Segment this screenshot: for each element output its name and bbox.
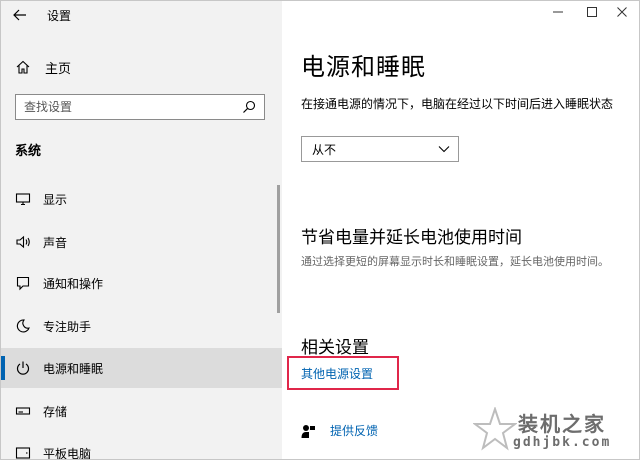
search-icon[interactable]	[242, 100, 256, 114]
star-logo-icon	[473, 407, 517, 451]
feedback-button[interactable]: 提供反馈	[300, 422, 378, 439]
power-icon	[15, 360, 31, 376]
sidebar-item-storage[interactable]: 存储	[1, 391, 282, 431]
feedback-person-icon	[301, 424, 315, 438]
window-title: 设置	[47, 9, 72, 23]
dropdown-value: 从不	[312, 142, 337, 157]
storage-icon	[15, 403, 31, 419]
sidebar-item-notifications[interactable]: 通知和操作	[1, 263, 282, 303]
section-label-system: 系统	[15, 144, 42, 159]
main-content: 电源和睡眠 在接通电源的情况下，电脑在经过以下时间后进入睡眠状态 从不 节省电量…	[282, 1, 639, 459]
watermark-url: gdhjbk.com	[513, 435, 612, 450]
sidebar-scrollbar[interactable]	[277, 185, 280, 313]
sidebar-item-label: 声音	[43, 235, 68, 250]
sidebar-item-label: 通知和操作	[43, 276, 104, 291]
feedback-label: 提供反馈	[330, 424, 379, 438]
battery-description: 通过选择更短的屏幕显示时长和睡眠设置，延长电池使用时间。	[301, 255, 609, 268]
sidebar-item-label: 存储	[43, 404, 68, 419]
additional-power-settings-link[interactable]: 其他电源设置	[301, 365, 373, 382]
sidebar-item-label: 电源和睡眠	[43, 361, 104, 376]
sidebar: 设置 主页 系统 显示 声音	[1, 1, 282, 459]
minimize-icon	[553, 11, 563, 13]
search-input[interactable]	[16, 95, 247, 119]
sidebar-item-tablet[interactable]: 平板电脑	[1, 433, 282, 460]
home-label: 主页	[45, 61, 72, 77]
maximize-button[interactable]	[586, 6, 598, 21]
minimize-button[interactable]	[552, 6, 564, 21]
page-title: 电源和睡眠	[301, 53, 426, 81]
chevron-down-icon	[438, 146, 450, 153]
notification-icon	[15, 275, 31, 291]
watermark-logo: 装机之家 gdhjbk.com	[471, 405, 639, 459]
maximize-icon	[587, 7, 597, 17]
sidebar-item-power-sleep[interactable]: 电源和睡眠	[1, 348, 282, 388]
battery-heading: 节省电量并延长电池使用时间	[301, 228, 522, 248]
tablet-icon	[15, 445, 31, 459]
watermark-title: 装机之家	[518, 412, 606, 436]
sidebar-item-label: 平板电脑	[43, 446, 92, 460]
home-icon	[16, 60, 30, 74]
moon-icon	[15, 318, 31, 334]
search-box[interactable]	[15, 94, 265, 120]
sleep-description: 在接通电源的情况下，电脑在经过以下时间后进入睡眠状态	[301, 97, 614, 111]
close-icon	[617, 7, 627, 17]
close-button[interactable]	[616, 6, 628, 21]
related-settings-heading: 相关设置	[301, 338, 369, 358]
sidebar-item-focus-assist[interactable]: 专注助手	[1, 306, 282, 346]
sidebar-item-label: 显示	[43, 192, 68, 207]
back-button[interactable]	[9, 5, 31, 25]
sleep-time-dropdown[interactable]: 从不	[301, 136, 459, 162]
sidebar-item-sound[interactable]: 声音	[1, 222, 282, 262]
sidebar-item-home[interactable]: 主页	[15, 57, 71, 77]
sidebar-item-display[interactable]: 显示	[1, 179, 282, 219]
sidebar-item-label: 专注助手	[43, 319, 92, 334]
speaker-icon	[15, 234, 31, 250]
monitor-icon	[15, 191, 31, 207]
settings-window: 设置 主页 系统 显示 声音	[0, 0, 640, 460]
arrow-left-icon	[13, 9, 26, 21]
